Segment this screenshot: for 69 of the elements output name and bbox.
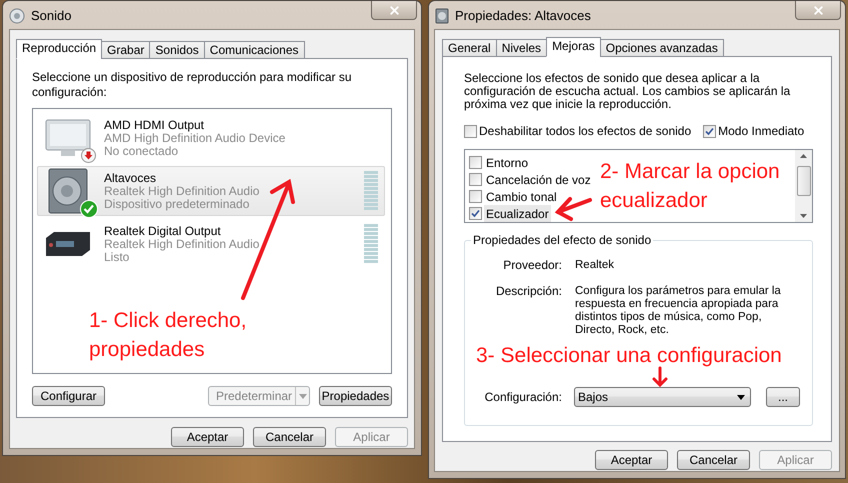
effect-item[interactable]: Ecualizador [484,204,551,222]
checkbox-label: Modo Inmediato [718,123,804,140]
annotation-text: 1- Click derecho, propiedades [89,308,247,363]
device-item[interactable]: Realtek Digital Output Realtek High Definition Audio Listo [37,219,385,269]
dialog-button[interactable]: Cancelar [677,450,750,470]
speaker-icon [435,8,449,24]
monitor-icon [45,118,91,158]
device-status: Listo [104,250,130,264]
checkbox[interactable] [469,173,482,186]
tab[interactable]: Niveles [496,39,548,57]
more-button[interactable]: ... [766,387,800,407]
dialog-button[interactable]: Cancelar [253,427,326,447]
instruction-text: Seleccione un dispositivo de reproducción para modificar su configuración: [32,70,353,100]
window-title: Propiedades: Altavoces [455,7,591,25]
device-name: Realtek Digital Output [104,224,222,238]
dialog-button[interactable]: Aceptar [595,450,668,470]
configuration-dropdown[interactable]: Bajos [574,387,751,407]
annotation-arrow [652,366,668,388]
dialog-button[interactable]: Propiedades [319,386,392,406]
group-title: Propiedades del efecto de sonido [471,233,654,247]
property-value: Configura los parámetros para emular la respuesta en frecuencia apropiada para distintos tipos de música, como Pop, Directo, Rock, etc. [575,285,782,337]
dialog-button[interactable]: Configurar [32,386,105,406]
scroll-up-icon[interactable] [800,154,807,158]
scroll-down-icon[interactable] [800,214,807,218]
scrollbar[interactable] [795,150,812,222]
speaker-icon [48,168,88,214]
device-item[interactable]: Altavoces Realtek High Definition Audio Dispositivo predeterminado [37,166,385,216]
checkbox[interactable] [469,207,482,220]
device-status: No conectado [104,144,180,158]
device-name: Altavoces [104,172,158,184]
checkbox[interactable] [469,190,482,203]
speaker-icon [9,8,25,24]
close-button[interactable] [795,1,841,20]
checkbox[interactable] [469,156,482,169]
device-name: AMD HDMI Output [104,118,206,132]
device-driver: Realtek High Definition Audio [104,238,260,250]
caret-icon [737,394,745,400]
property-label: Proveedor: [502,259,562,272]
window-title: Sonido [31,7,72,25]
caret-icon [298,394,306,398]
effect-item[interactable]: Entorno [484,154,530,172]
effect-item[interactable]: Cambio tonal [484,188,559,206]
dialog-button[interactable]: Aceptar [171,427,244,447]
annotation-arrow [554,197,592,221]
device-driver: AMD High Definition Audio Device [104,132,286,144]
close-icon [388,4,400,16]
device-driver: Realtek High Definition Audio [104,184,260,198]
tab[interactable]: General [442,39,497,57]
close-icon [812,4,824,16]
configuration-label: Configuración: [484,389,562,406]
checkbox[interactable] [703,124,716,138]
instruction-text: Seleccione los efectos de sonido que desea aplicar a la configuración de escucha actual. Los cambios se aplicarán la próxima vez que inicie la reproducción. [464,72,792,111]
effect-item[interactable]: Cancelación de voz [484,170,593,188]
property-value: Realtek [575,259,615,272]
annotation-text: 2- Marcar la opcion ecualizador [600,159,780,214]
close-button[interactable] [371,1,417,20]
tab[interactable]: Grabar [101,41,150,59]
device-status: Dispositivo predeterminado [104,198,250,210]
tab[interactable]: Opciones avanzadas [600,39,724,57]
checkbox-label: Deshabilitar todos los efectos de sonido [479,123,692,140]
tab[interactable]: Mejoras [546,37,601,57]
tab[interactable]: Comunicaciones [204,41,304,59]
receiver-icon [44,230,92,258]
tab[interactable]: Reproducción [16,39,102,59]
annotation-text: 3- Seleccionar una configuracion [476,343,782,369]
property-label: Descripción: [494,285,562,298]
checkbox[interactable] [464,124,477,138]
device-item[interactable]: AMD HDMI Output AMD High Definition Audio Device No conectado [37,113,385,163]
tab[interactable]: Sonidos [149,41,205,59]
